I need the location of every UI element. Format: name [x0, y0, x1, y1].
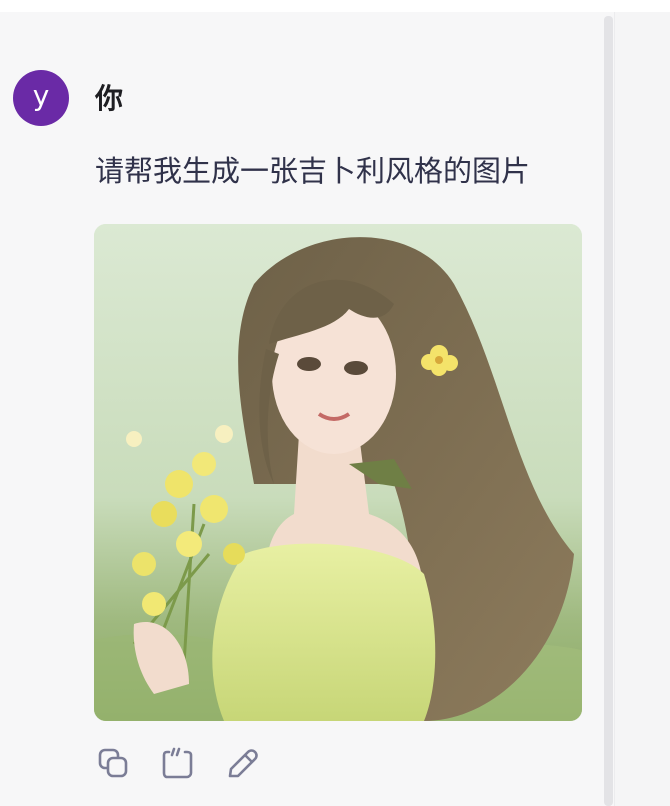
sender-name: 你 [95, 82, 124, 115]
avatar-letter: y [32, 79, 50, 112]
avatar: y [13, 70, 69, 126]
quote-button[interactable] [160, 746, 196, 782]
side-area [614, 12, 670, 806]
pencil-icon [228, 749, 258, 778]
girl-with-flowers-illustration [94, 224, 582, 721]
page: y 你 请帮我生成一张吉卜利风格的图片 [0, 0, 670, 806]
scrollbar[interactable] [604, 16, 613, 806]
edit-button[interactable] [224, 746, 260, 782]
quote-icon [162, 747, 193, 779]
copy-button[interactable] [96, 746, 132, 782]
message-text: 请帮我生成一张吉卜利风格的图片 [95, 154, 531, 188]
copy-icon [98, 748, 128, 778]
attached-image[interactable] [94, 224, 582, 721]
top-strip [0, 0, 670, 12]
